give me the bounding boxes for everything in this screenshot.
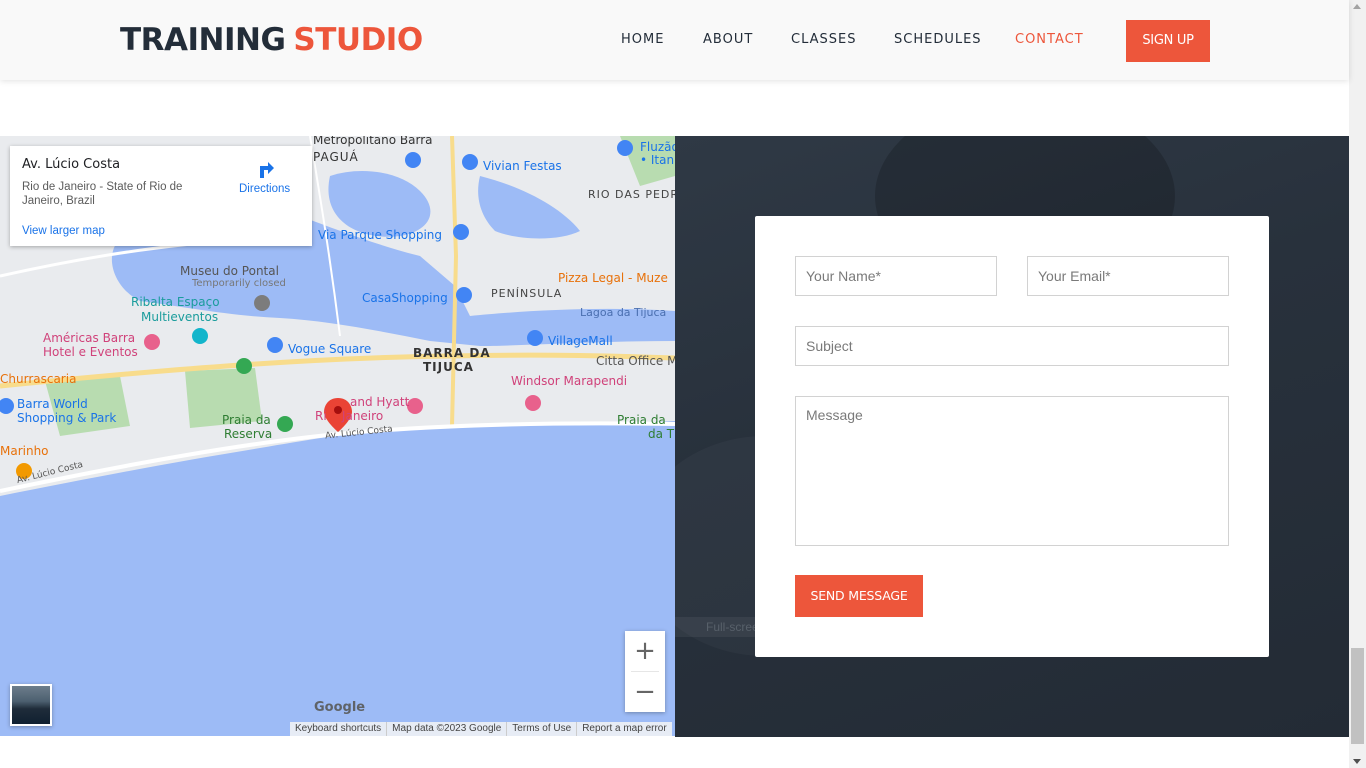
map-poi[interactable] [267, 337, 283, 353]
map-label: Vivian Festas [483, 159, 562, 173]
map-label: Citta Office M [596, 354, 675, 368]
map-poi[interactable] [236, 358, 252, 374]
map-label: Museu do Pontal [180, 264, 279, 278]
map-label: PENÍNSULA [491, 287, 563, 300]
map-label: Multieventos [141, 310, 219, 324]
map-place-title: Av. Lúcio Costa [22, 157, 121, 172]
map-attribution: Keyboard shortcuts Map data ©2023 Google… [290, 722, 672, 736]
map-place-address: Rio de Janeiro - State of Rio de Janeiro… [22, 181, 183, 207]
map-poi[interactable] [527, 330, 543, 346]
map-label: and Hyatt [350, 395, 410, 409]
nav-home[interactable]: HOME [621, 32, 664, 47]
map-poi[interactable] [453, 224, 469, 240]
message-field[interactable] [795, 396, 1229, 546]
map-label: Via Parque Shopping [318, 228, 442, 242]
map-label: Vogue Square [288, 342, 372, 356]
signup-button[interactable]: SIGN UP [1126, 20, 1210, 62]
logo-training: TRAINING [120, 22, 286, 58]
subject-field[interactable] [795, 326, 1229, 366]
directions-link[interactable]: Directions [239, 183, 290, 195]
map-label: Praia da [617, 413, 666, 427]
map-label: Windsor Marapendi [511, 374, 628, 388]
zoom-control: + − [625, 631, 665, 712]
map-label: Américas Barra [43, 331, 136, 345]
report-map-error-link[interactable]: Report a map error [576, 722, 671, 736]
zoom-out-button[interactable]: − [625, 672, 665, 712]
map-label: PAGUÁ [313, 150, 359, 164]
google-map[interactable]: Metropolitano Barra PAGUÁ Fluzão • Itanh… [0, 136, 675, 736]
map-poi[interactable] [254, 295, 270, 311]
scrollbar-thumb[interactable] [1351, 648, 1364, 744]
site-logo[interactable]: TRAINING STUDIO [120, 20, 423, 60]
map-poi[interactable] [525, 395, 541, 411]
keyboard-shortcuts-link[interactable]: Keyboard shortcuts [290, 722, 386, 736]
map-label: Praia da [222, 413, 271, 427]
map-label: Fluzão [640, 140, 675, 154]
site-header: TRAINING STUDIO HOME ABOUT CLASSES SCHEDU… [0, 0, 1349, 80]
map-poi[interactable] [407, 398, 423, 414]
map-label: Ribalta Espaço [131, 295, 220, 309]
map-info-card: Av. Lúcio Costa Rio de Janeiro - State o… [10, 146, 312, 246]
logo-studio: STUDIO [293, 22, 423, 58]
map-label: Barra World [17, 397, 88, 411]
page-scrollbar[interactable] [1349, 0, 1366, 768]
map-label: TIJUCA [423, 360, 474, 374]
map-label: Hotel e Eventos [43, 345, 138, 359]
map-poi[interactable] [144, 334, 160, 350]
subject-input[interactable] [806, 327, 1228, 365]
terms-of-use-link[interactable]: Terms of Use [506, 722, 576, 736]
map-data-text: Map data ©2023 Google [386, 722, 506, 736]
nav-contact[interactable]: CONTACT [1015, 32, 1084, 47]
name-input[interactable] [806, 257, 996, 295]
google-logo: Google [314, 700, 366, 715]
map-label: CasaShopping [362, 291, 448, 305]
name-field[interactable] [795, 256, 997, 296]
email-input[interactable] [1038, 257, 1228, 295]
map-label: Shopping & Park [17, 411, 117, 425]
satellite-toggle[interactable] [10, 684, 52, 726]
view-larger-map-link[interactable]: View larger map [22, 225, 105, 237]
map-label: da T [648, 427, 675, 441]
message-input[interactable] [806, 407, 1228, 545]
map-label: Marinho [0, 444, 49, 458]
map-poi[interactable] [192, 328, 208, 344]
map-label: Reserva [224, 427, 273, 441]
map-label: RIO DAS PEDR [588, 188, 675, 201]
email-field[interactable] [1027, 256, 1229, 296]
map-label: Churrascaria [0, 372, 77, 386]
map-label: • Itanh [640, 153, 675, 167]
map-poi[interactable] [617, 140, 633, 156]
map-poi[interactable] [277, 416, 293, 432]
map-label: Metropolitano Barra [313, 136, 433, 147]
directions-icon[interactable] [254, 158, 278, 182]
scroll-up-arrow-icon[interactable] [1353, 4, 1361, 9]
map-label: VillageMall [548, 334, 613, 348]
map-label: Temporarily closed [192, 278, 286, 289]
nav-about[interactable]: ABOUT [703, 32, 753, 47]
map-poi[interactable] [405, 152, 421, 168]
map-poi[interactable] [456, 287, 472, 303]
map-label: BARRA DA [413, 346, 491, 360]
map-label: Ri Janeiro [315, 409, 384, 423]
nav-schedules[interactable]: SCHEDULES [894, 32, 982, 47]
map-poi[interactable] [462, 154, 478, 170]
map-label: Pizza Legal - Muze [558, 271, 668, 285]
zoom-in-button[interactable]: + [625, 631, 665, 671]
scroll-down-arrow-icon[interactable] [1353, 759, 1361, 764]
map-label: Lagoa da Tijuca [580, 306, 667, 319]
nav-classes[interactable]: CLASSES [791, 32, 856, 47]
send-message-button[interactable]: SEND MESSAGE [795, 575, 923, 617]
